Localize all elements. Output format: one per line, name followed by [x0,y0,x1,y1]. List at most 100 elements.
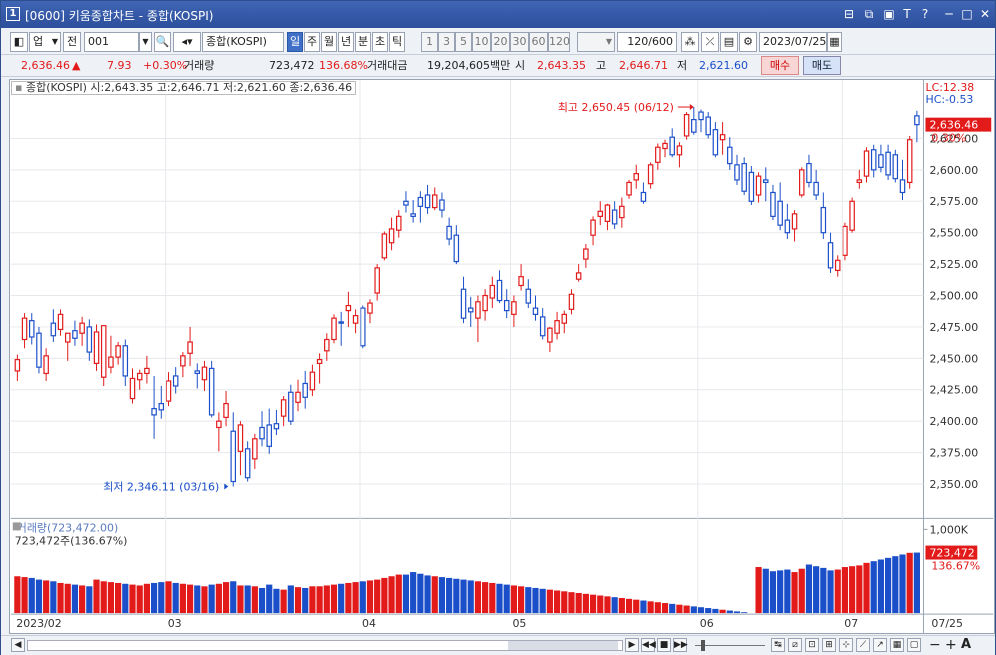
period-button-5[interactable]: 초 [372,32,388,52]
zoom-slider-handle[interactable] [701,640,705,651]
market-select[interactable]: 업 ▼ [29,32,61,52]
tool-fib-icon[interactable]: ⊞ [822,638,836,652]
interval-button-5[interactable]: 30 [510,32,529,52]
period-button-2[interactable]: 월 [321,32,337,52]
volume-bar [107,582,115,614]
volume-bar [302,587,309,614]
scroll-right-icon[interactable]: ▶ [625,638,639,652]
candle [129,377,136,400]
scrollbar-thumb[interactable] [508,641,618,650]
jeon-button[interactable]: 전 [63,32,81,52]
minimize-icon[interactable]: ─ [941,6,957,22]
tool-line-icon[interactable]: ⧄ [788,638,802,652]
volume-bar [661,603,669,614]
rewind-icon[interactable]: ◀◀ [641,638,656,652]
period-button-1[interactable]: 주 [304,32,320,52]
stop-icon[interactable]: ■ [657,638,671,652]
volume-bar [791,572,798,614]
candle [302,382,308,398]
price-legend-text: 종합(KOSPI) 시:2,643.35 고:2,646.71 저:2,621.… [25,81,353,94]
horizontal-scrollbar[interactable] [27,640,623,651]
volume-bar [863,562,870,614]
panel-toggle-icon[interactable]: ◧ [10,32,28,52]
interval-button-6[interactable]: 60 [529,32,548,52]
font-icon[interactable]: T [899,6,915,22]
help-icon[interactable]: ? [917,6,933,22]
tool-rect-icon[interactable]: ⊡ [805,638,819,652]
font-size-icon[interactable]: A [961,637,971,653]
speaker-icon[interactable]: ◂▾ [173,32,201,52]
volume-bar [194,585,201,614]
interval-button-4[interactable]: 20 [491,32,510,52]
zoom-slider-track[interactable] [695,645,765,646]
price-chart[interactable]: 2,350.00 2,375.00 2,400.00 2,425.00 2,450.00… [9,79,995,634]
interval-button-7[interactable]: 120 [548,32,570,52]
candle [252,438,258,460]
volume-bar [438,577,446,614]
candle [669,136,675,156]
chevron-down-icon: ▼ [51,37,58,46]
y-tick-label: 2,450.00 [929,352,978,365]
count-field[interactable]: 120/600 [617,32,677,52]
volume-bar [568,592,575,614]
volume-bar [784,569,791,614]
high-value: 2,646.71 [619,59,668,72]
volume-bar [683,605,690,614]
tile-icon[interactable]: ▣ [881,6,897,22]
fast-forward-icon[interactable]: ▶▶ [673,638,688,652]
candle [136,372,143,381]
candle [791,213,798,230]
interval-button-1[interactable]: 3 [438,32,455,52]
volume-bar [849,566,856,614]
link-icon[interactable]: ⊟ [841,6,857,22]
sell-button[interactable]: 매도 [803,56,841,75]
buy-button[interactable]: 매수 [761,56,799,75]
volume-bar [820,567,827,614]
tool-trend-icon[interactable]: ⟋ [856,638,870,652]
period-button-6[interactable]: 틱 [389,32,405,52]
copy-window-icon[interactable]: ⧉ [861,6,877,22]
date-input[interactable]: 2023/07/25 [759,32,827,52]
volume-bar [906,552,913,614]
volume-bar [71,584,79,614]
zoom-out-icon[interactable]: − [929,637,941,653]
calendar-icon[interactable]: ▦ [827,32,842,52]
period-button-0[interactable]: 일 [287,32,303,52]
volume-legend-marker [12,522,21,531]
save-icon[interactable]: ▤ [720,32,738,52]
scroll-left-icon[interactable]: ◀ [11,638,25,652]
interval-button-3[interactable]: 10 [472,32,491,52]
tool-cross-icon[interactable]: ⊹ [839,638,853,652]
compare-icon[interactable]: ⤫ [701,32,719,52]
interval-button-0[interactable]: 1 [421,32,438,52]
zoom-in-icon[interactable]: + [945,637,957,653]
interval-select[interactable]: ▼ [577,32,615,52]
volume-bar [467,580,474,614]
volume-bar [309,586,316,614]
tool-grid-icon[interactable]: ▦ [890,638,904,652]
search-icon[interactable]: 🔍 [154,32,171,52]
volume-bar [43,580,50,614]
maximize-icon[interactable]: □ [959,6,975,22]
period-button-4[interactable]: 분 [355,32,371,52]
candle [396,215,402,231]
close-icon[interactable]: ✕ [977,6,993,22]
candle [770,191,776,217]
code-dropdown-icon[interactable]: ▼ [139,32,152,52]
code-input[interactable]: 001 [84,32,139,52]
indicator-icon[interactable]: ⁂ [681,32,699,52]
volume-bar [525,587,532,614]
volume-bar [446,577,453,614]
tool-arrow-icon[interactable]: ↗ [873,638,887,652]
period-button-3[interactable]: 년 [338,32,354,52]
stock-name-field[interactable]: 종합(KOSPI) [202,32,284,52]
gear-icon[interactable]: ⚙ [739,32,757,52]
interval-button-2[interactable]: 5 [455,32,472,52]
candle [727,146,733,165]
candle [662,142,668,150]
zoom-option-icon[interactable]: ↹ [771,638,785,652]
tool-select-icon[interactable]: ▢ [907,638,921,652]
volume-bar [841,567,849,614]
candle [626,181,632,196]
title-bar[interactable]: 1 [0600] 키움종합차트 - 종합(KOSPI) ⊟ ⧉ ▣ T ? ─ … [1,1,995,28]
